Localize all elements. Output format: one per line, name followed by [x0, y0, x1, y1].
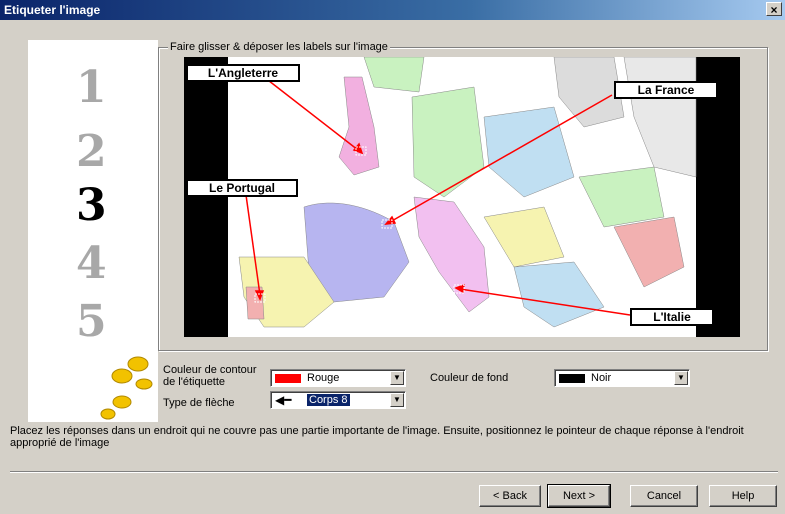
cancel-button[interactable]: Cancel — [630, 485, 698, 507]
close-icon[interactable]: × — [766, 2, 782, 17]
back-button[interactable]: < Back — [479, 485, 541, 507]
arrow-type-select[interactable]: ◀━ Corps 8 ▼ — [270, 391, 406, 409]
step-5: 5 — [76, 296, 107, 347]
separator — [10, 471, 778, 473]
map-drawing — [228, 57, 697, 337]
outline-color-swatch — [275, 374, 301, 383]
arrow-type-value: Corps 8 — [307, 394, 350, 406]
bg-color-select[interactable]: Noir ▼ — [554, 369, 690, 387]
chevron-down-icon[interactable]: ▼ — [674, 371, 688, 385]
outline-color-value: Rouge — [307, 372, 340, 384]
window-title: Etiqueter l'image — [4, 3, 101, 17]
help-button[interactable]: Help — [709, 485, 777, 507]
bg-color-value: Noir — [591, 372, 612, 384]
title-bar: Etiqueter l'image × — [0, 0, 785, 20]
step-1: 1 — [76, 62, 107, 113]
chevron-down-icon[interactable]: ▼ — [390, 393, 404, 407]
map-label-portugal[interactable]: Le Portugal — [186, 179, 298, 197]
outline-color-label: Couleur de contour de l'étiquette — [163, 364, 257, 388]
next-button[interactable]: Next > — [547, 484, 611, 508]
map-label-italie[interactable]: L'Italie — [630, 308, 714, 326]
instructions-text: Placez les réponses dans un endroit qui … — [10, 425, 744, 449]
map-label-angleterre[interactable]: L'Angleterre — [186, 64, 300, 82]
bg-color-swatch — [559, 374, 585, 383]
arrow-type-label: Type de flèche — [163, 397, 235, 409]
step-2: 2 — [76, 126, 107, 177]
chevron-down-icon[interactable]: ▼ — [390, 371, 404, 385]
group-label: Faire glisser & déposer les labels sur l… — [168, 41, 390, 53]
bg-color-label: Couleur de fond — [430, 372, 509, 384]
map-label-france[interactable]: La France — [614, 81, 718, 99]
footprints-icon — [100, 356, 153, 420]
outline-color-select[interactable]: Rouge ▼ — [270, 369, 406, 387]
europe-map-image[interactable]: L'Angleterre La France Le Portugal L'Ita… — [184, 57, 740, 337]
arrow-left-icon: ◀━ — [275, 393, 292, 407]
step-3-active: 3 — [76, 180, 107, 231]
step-4: 4 — [76, 238, 107, 289]
